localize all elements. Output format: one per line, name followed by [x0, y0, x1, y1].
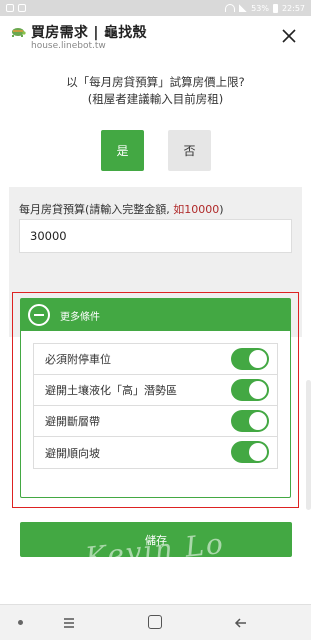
condition-label: 避開土壤液化「高」潛勢區 [45, 384, 177, 397]
condition-label: 避開順向坡 [45, 446, 100, 460]
budget-label: 每月房貸預算(請輸入完整金額, 如10000) [19, 201, 224, 217]
budget-example: 如10000 [173, 203, 220, 216]
turtle-logo-icon [12, 28, 26, 37]
collapse-icon[interactable] [28, 304, 50, 326]
yes-button[interactable]: 是 [101, 130, 144, 171]
condition-label: 避開斷層帶 [45, 415, 100, 428]
page-url: house.linebot.tw [31, 41, 106, 51]
home-icon[interactable] [148, 615, 162, 629]
more-conditions-panel: 更多條件 必須附停車位 避開土壤液化「高」潛勢區 避開斷層帶 避開順向坡 [20, 298, 291, 498]
liquefaction-toggle[interactable] [231, 379, 269, 401]
condition-label: 必須附停車位 [45, 353, 111, 366]
recent-apps-icon[interactable] [62, 616, 76, 630]
conditions-list: 必須附停車位 避開土壤液化「高」潛勢區 避開斷層帶 避開順向坡 [33, 343, 278, 469]
condition-row-parking: 必須附停車位 [34, 344, 277, 375]
signal-icon [239, 4, 248, 12]
more-conditions-header[interactable]: 更多條件 [21, 299, 290, 331]
fault-toggle[interactable] [231, 410, 269, 432]
parking-toggle[interactable] [231, 348, 269, 370]
nav-dot-icon[interactable] [18, 620, 23, 625]
battery-level: 53% [251, 3, 269, 13]
status-bar: 53% 22:57 [0, 0, 311, 16]
notification-icon [6, 4, 14, 12]
system-nav-bar [0, 604, 311, 640]
form-content: 以「每月房貸預算」試算房價上限? (租屋者建議輸入目前房租) 是 否 每月房貸預… [0, 60, 311, 604]
more-conditions-label: 更多條件 [60, 311, 100, 323]
scrollbar[interactable] [306, 380, 311, 510]
budget-label-end: ) [219, 203, 224, 216]
save-button[interactable]: 儲存 [20, 522, 292, 557]
no-button[interactable]: 否 [168, 130, 211, 171]
condition-row-fault: 避開斷層帶 [34, 406, 277, 437]
back-icon[interactable] [233, 615, 249, 631]
page-title: 買房需求 | 龜找殼 [31, 25, 147, 41]
dip-slope-toggle[interactable] [231, 441, 269, 463]
app-header: 買房需求 | 龜找殼 house.linebot.tw [0, 16, 311, 60]
budget-label-text: 每月房貸預算(請輸入完整金額, [19, 203, 174, 216]
question-line-2: (租屋者建議輸入目前房租) [87, 92, 224, 106]
notification-icon [18, 4, 26, 12]
question-line-1: 以「每月房貸預算」試算房價上限? [66, 75, 245, 89]
condition-row-dip-slope: 避開順向坡 [34, 437, 277, 468]
condition-row-liquefaction: 避開土壤液化「高」潛勢區 [34, 375, 277, 406]
wifi-icon [225, 4, 236, 12]
clock: 22:57 [281, 3, 305, 13]
close-icon[interactable] [281, 28, 297, 44]
budget-question: 以「每月房貸預算」試算房價上限? (租屋者建議輸入目前房租) [0, 74, 311, 108]
budget-input[interactable]: 30000 [19, 219, 292, 253]
battery-icon [272, 3, 278, 13]
